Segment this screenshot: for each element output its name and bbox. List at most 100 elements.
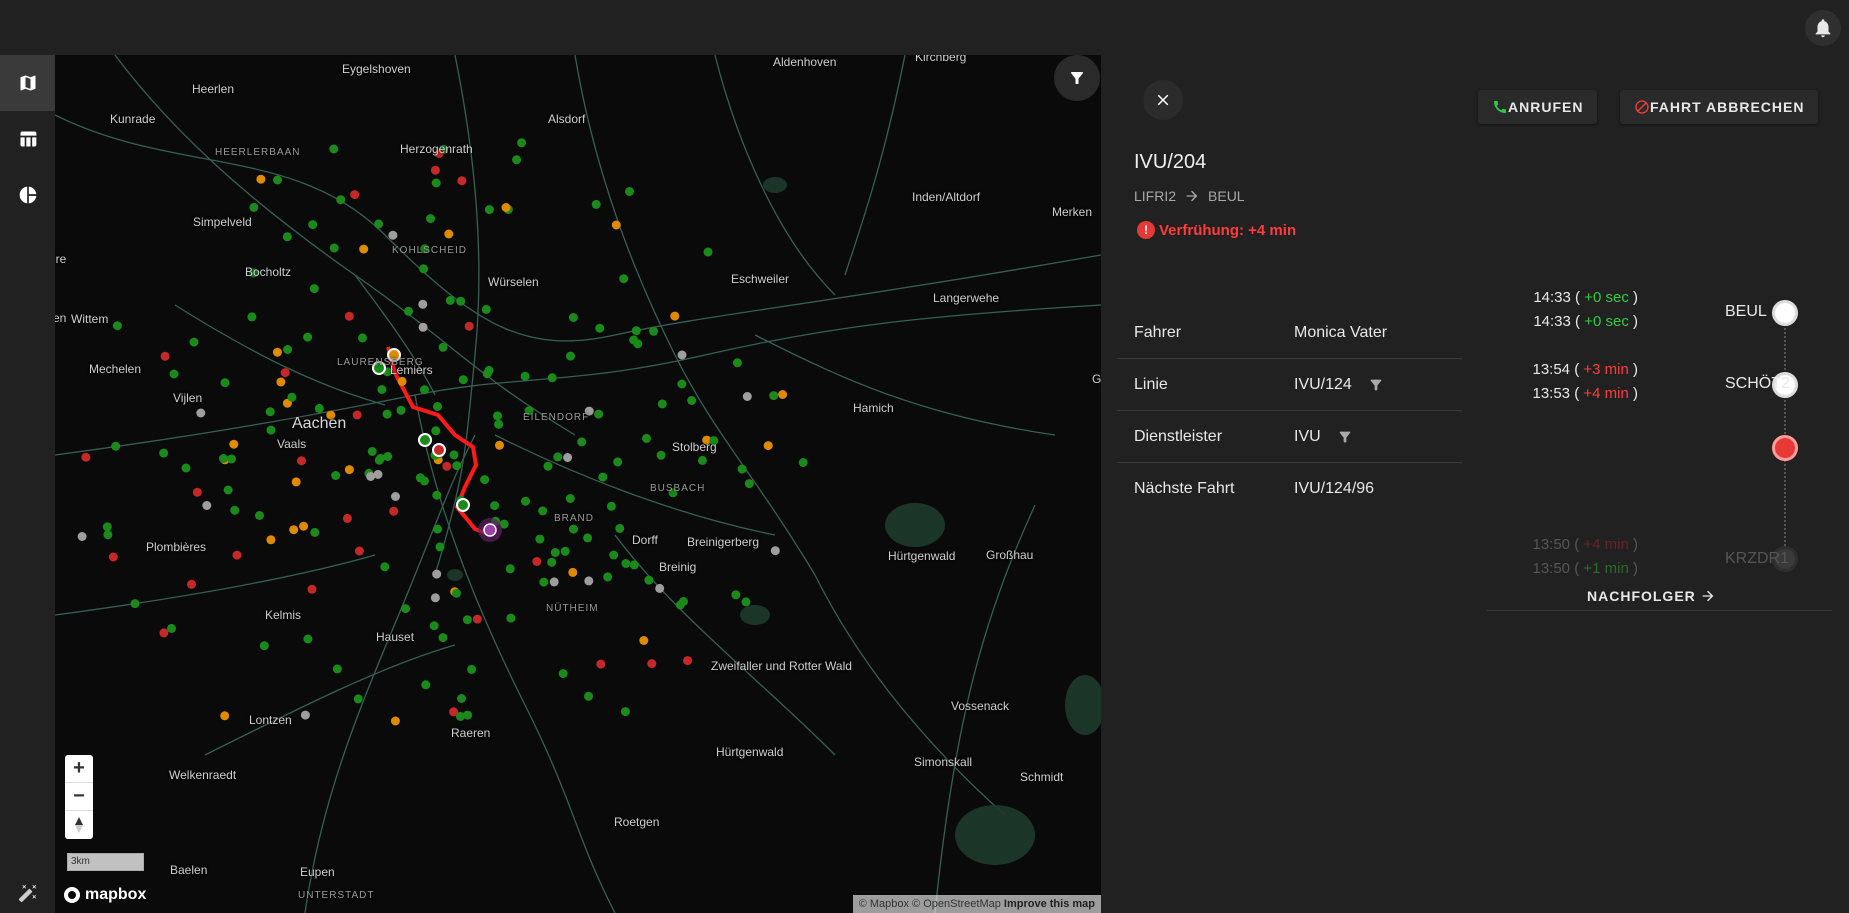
stop-marker[interactable] bbox=[452, 588, 461, 598]
stop-marker[interactable] bbox=[418, 299, 428, 309]
stop-marker[interactable] bbox=[594, 409, 604, 419]
stop-marker[interactable] bbox=[538, 506, 548, 516]
stop-marker[interactable] bbox=[484, 365, 494, 375]
stop-marker[interactable] bbox=[430, 593, 440, 603]
stop-marker[interactable] bbox=[484, 205, 494, 215]
stop-marker[interactable] bbox=[421, 680, 431, 690]
stop-marker[interactable] bbox=[380, 562, 390, 572]
nav-table[interactable] bbox=[0, 111, 55, 167]
stop-marker[interactable] bbox=[189, 337, 199, 347]
stop-marker[interactable] bbox=[420, 385, 429, 395]
stop-marker[interactable] bbox=[512, 155, 522, 165]
stop-marker[interactable] bbox=[452, 461, 462, 471]
stop-marker[interactable] bbox=[463, 710, 473, 720]
stop-marker[interactable] bbox=[563, 453, 573, 462]
stop-marker[interactable] bbox=[517, 138, 527, 148]
stop-marker[interactable] bbox=[103, 530, 113, 540]
stop-marker[interactable] bbox=[181, 463, 191, 473]
nav-statistics[interactable] bbox=[0, 167, 55, 223]
stop-marker[interactable] bbox=[683, 656, 693, 666]
stop-marker[interactable] bbox=[259, 641, 269, 651]
stop-marker[interactable] bbox=[230, 505, 240, 515]
stop-marker[interactable] bbox=[373, 469, 383, 479]
stop-marker[interactable] bbox=[160, 351, 170, 361]
stop-marker[interactable] bbox=[501, 203, 511, 212]
stop-marker[interactable] bbox=[266, 535, 276, 545]
stop-marker[interactable] bbox=[382, 409, 392, 419]
stop-marker[interactable] bbox=[344, 311, 354, 321]
stop-marker[interactable] bbox=[467, 664, 477, 674]
stop-marker[interactable] bbox=[396, 405, 406, 415]
route-stop-marker[interactable] bbox=[418, 433, 432, 447]
stop-marker[interactable] bbox=[625, 187, 634, 196]
stop-marker[interactable] bbox=[494, 419, 504, 429]
stop-marker[interactable] bbox=[159, 628, 169, 638]
stop-marker[interactable] bbox=[289, 525, 299, 535]
stop-marker[interactable] bbox=[639, 636, 649, 645]
stop-marker[interactable] bbox=[647, 659, 657, 669]
stop-marker[interactable] bbox=[187, 579, 196, 589]
stop-marker[interactable] bbox=[377, 385, 387, 394]
stop-marker[interactable] bbox=[655, 583, 665, 593]
stop-marker[interactable] bbox=[543, 461, 553, 471]
stop-marker[interactable] bbox=[374, 219, 384, 229]
stop-marker[interactable] bbox=[445, 295, 455, 305]
stop-marker[interactable] bbox=[449, 707, 459, 717]
stop-marker[interactable] bbox=[291, 477, 301, 487]
stop-marker[interactable] bbox=[303, 332, 313, 342]
stop-marker[interactable] bbox=[397, 376, 407, 386]
stop-marker[interactable] bbox=[687, 396, 697, 405]
stop-marker[interactable] bbox=[297, 456, 306, 466]
stop-marker[interactable] bbox=[169, 369, 179, 379]
stop-marker[interactable] bbox=[615, 523, 625, 533]
stop-marker[interactable] bbox=[223, 485, 233, 495]
stop-marker[interactable] bbox=[354, 546, 364, 556]
stop-marker[interactable] bbox=[220, 378, 230, 388]
stop-marker[interactable] bbox=[457, 694, 466, 703]
stop-marker[interactable] bbox=[657, 399, 667, 409]
stop-marker[interactable] bbox=[266, 425, 276, 435]
stop-marker[interactable] bbox=[778, 390, 788, 399]
stop-marker[interactable] bbox=[192, 487, 202, 497]
stop-marker[interactable] bbox=[329, 243, 339, 253]
stop-marker[interactable] bbox=[426, 214, 435, 224]
stop-marker[interactable] bbox=[458, 375, 468, 385]
stop-marker[interactable] bbox=[521, 496, 530, 506]
stop-marker[interactable] bbox=[308, 220, 318, 230]
stop-marker[interactable] bbox=[464, 321, 474, 331]
stop-marker[interactable] bbox=[547, 557, 557, 567]
stop-marker[interactable] bbox=[219, 454, 228, 463]
filter-line-icon[interactable] bbox=[1368, 377, 1384, 393]
stop-marker[interactable] bbox=[506, 613, 516, 623]
stop-marker[interactable] bbox=[595, 323, 605, 333]
stop-marker[interactable] bbox=[633, 339, 643, 349]
stop-marker[interactable] bbox=[584, 576, 594, 586]
stop-marker[interactable] bbox=[430, 165, 440, 175]
stop-marker[interactable] bbox=[310, 527, 320, 537]
stop-marker[interactable] bbox=[438, 633, 448, 643]
stop-marker[interactable] bbox=[433, 524, 442, 534]
stop-marker[interactable] bbox=[159, 448, 169, 458]
stop-marker[interactable] bbox=[591, 199, 601, 209]
stop-marker[interactable] bbox=[344, 465, 354, 475]
stop-marker[interactable] bbox=[631, 326, 641, 336]
stop-marker[interactable] bbox=[309, 284, 319, 294]
stop-marker[interactable] bbox=[287, 392, 297, 402]
stop-marker[interactable] bbox=[731, 590, 741, 600]
stop-marker[interactable] bbox=[111, 441, 121, 451]
stop-marker[interactable] bbox=[742, 392, 752, 401]
nav-bottom[interactable] bbox=[0, 883, 55, 903]
stop-marker[interactable] bbox=[314, 403, 324, 413]
stop-marker[interactable] bbox=[374, 455, 384, 465]
improve-map-link[interactable]: Improve this map bbox=[1004, 898, 1095, 910]
stop-marker[interactable] bbox=[620, 707, 630, 717]
stop-marker[interactable] bbox=[444, 229, 454, 239]
stop-marker[interactable] bbox=[300, 710, 310, 720]
stop-marker[interactable] bbox=[108, 552, 118, 562]
nav-map[interactable] bbox=[0, 55, 55, 111]
stop-marker[interactable] bbox=[342, 513, 352, 523]
stop-marker[interactable] bbox=[196, 408, 206, 418]
stop-marker[interactable] bbox=[611, 220, 621, 230]
stop-dot-beul[interactable] bbox=[1772, 300, 1798, 326]
stop-marker[interactable] bbox=[404, 306, 413, 316]
